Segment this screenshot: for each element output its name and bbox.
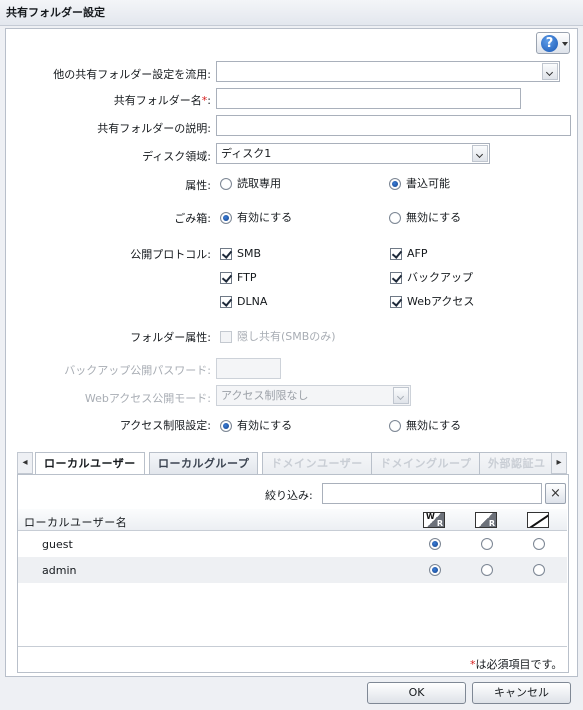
radio-icon <box>389 178 401 190</box>
tab-domain-users[interactable]: ドメインユーザー <box>262 452 372 474</box>
protocol-ftp-checkbox[interactable]: FTP <box>220 271 257 285</box>
protocol-afp-checkbox[interactable]: AFP <box>390 247 428 261</box>
help-button[interactable]: ? <box>536 32 570 54</box>
cancel-button[interactable]: キャンセル <box>472 682 571 704</box>
hidden-share-checkbox[interactable]: 隠し共有(SMBのみ) <box>220 330 336 344</box>
admin-read-write-radio[interactable] <box>429 563 446 576</box>
protocol-web-access-checkbox[interactable]: Webアクセス <box>390 295 474 309</box>
tab-scroll-left-icon[interactable]: ◂ <box>17 452 33 474</box>
access-restriction-label: アクセス制限設定: <box>119 419 211 432</box>
table-row[interactable]: guest <box>18 531 567 557</box>
read-only-icon: R <box>475 512 497 528</box>
protocols-label: 公開プロトコル: <box>130 248 211 261</box>
copy-from-select[interactable] <box>216 61 560 82</box>
protocol-smb-checkbox[interactable]: SMB <box>220 247 261 261</box>
chevron-down-icon[interactable] <box>393 387 409 404</box>
web-access-mode-label: Webアクセス公開モード: <box>84 392 211 405</box>
checkbox-icon <box>220 331 232 343</box>
radio-icon <box>220 420 232 432</box>
radio-icon <box>429 538 441 550</box>
tab-local-groups[interactable]: ローカルグループ <box>149 452 259 474</box>
attribute-read-only-radio[interactable]: 読取専用 <box>220 177 281 191</box>
chevron-down-icon <box>562 42 568 46</box>
filter-label: 絞り込み: <box>265 489 313 502</box>
admin-no-access-radio[interactable] <box>533 563 550 576</box>
protocol-backup-checkbox[interactable]: バックアップ <box>390 271 473 285</box>
checkbox-icon <box>390 296 402 308</box>
guest-no-access-radio[interactable] <box>533 537 550 550</box>
attribute-writable-radio[interactable]: 書込可能 <box>389 177 450 191</box>
folder-description-input[interactable] <box>216 115 571 136</box>
folder-description-label: 共有フォルダーの説明: <box>97 122 211 135</box>
recycle-bin-label: ごみ箱: <box>174 212 211 225</box>
checkbox-icon <box>220 296 232 308</box>
folder-attribute-label: フォルダー属性: <box>130 331 211 344</box>
close-icon: × <box>550 486 561 501</box>
radio-icon <box>220 178 232 190</box>
chevron-down-icon[interactable] <box>472 145 488 162</box>
radio-icon <box>389 420 401 432</box>
folder-name-label: 共有フォルダー名*: <box>113 94 211 107</box>
radio-icon <box>429 564 441 576</box>
tab-external-auth-users[interactable]: 外部認証ユ <box>479 452 553 474</box>
protocol-dlna-checkbox[interactable]: DLNA <box>220 295 267 309</box>
radio-icon <box>481 564 493 576</box>
tab-strip: ローカルユーザー ローカルグループ ドメインユーザー ドメイングループ 外部認証… <box>33 452 553 474</box>
checkbox-icon <box>390 272 402 284</box>
recycle-bin-enable-radio[interactable]: 有効にする <box>220 211 292 225</box>
checkbox-icon <box>390 248 402 260</box>
backup-password-label: バックアップ公開パスワード: <box>64 364 211 377</box>
checkbox-icon <box>220 272 232 284</box>
admin-read-only-radio[interactable] <box>481 563 498 576</box>
required-note: *は必須項目です。 <box>470 658 563 671</box>
ok-button[interactable]: OK <box>367 682 466 704</box>
guest-read-only-radio[interactable] <box>481 537 498 550</box>
disk-area-label: ディスク領域: <box>142 150 211 163</box>
guest-read-write-radio[interactable] <box>429 537 446 550</box>
attribute-label: 属性: <box>185 179 211 192</box>
tab-local-users[interactable]: ローカルユーザー <box>35 452 145 474</box>
help-icon: ? <box>541 35 558 52</box>
clear-filter-button[interactable]: × <box>545 483 566 504</box>
web-access-mode-select[interactable]: アクセス制限なし <box>216 385 411 406</box>
dialog-title: 共有フォルダー設定 <box>0 0 583 26</box>
radio-icon <box>481 538 493 550</box>
copy-from-label: 他の共有フォルダー設定を流用: <box>53 68 211 81</box>
no-access-icon <box>527 512 549 528</box>
disk-area-select[interactable]: ディスク1 <box>216 143 490 164</box>
tab-scroll-right-icon[interactable]: ▸ <box>551 452 567 474</box>
user-name: admin <box>42 564 77 577</box>
access-restriction-disable-radio[interactable]: 無効にする <box>389 419 461 433</box>
user-name: guest <box>42 538 73 551</box>
chevron-down-icon[interactable] <box>542 63 558 80</box>
read-write-icon: WR <box>423 512 445 528</box>
radio-icon <box>533 538 545 550</box>
radio-icon <box>389 212 401 224</box>
table-row[interactable]: admin <box>18 557 567 583</box>
filter-input[interactable] <box>322 483 542 504</box>
backup-password-input[interactable] <box>216 358 281 379</box>
column-header-user-name: ローカルユーザー名 <box>24 516 128 529</box>
folder-name-input[interactable] <box>216 88 521 109</box>
radio-icon <box>220 212 232 224</box>
tab-domain-groups[interactable]: ドメイングループ <box>371 452 481 474</box>
recycle-bin-disable-radio[interactable]: 無効にする <box>389 211 461 225</box>
checkbox-icon <box>220 248 232 260</box>
radio-icon <box>533 564 545 576</box>
access-restriction-enable-radio[interactable]: 有効にする <box>220 419 292 433</box>
